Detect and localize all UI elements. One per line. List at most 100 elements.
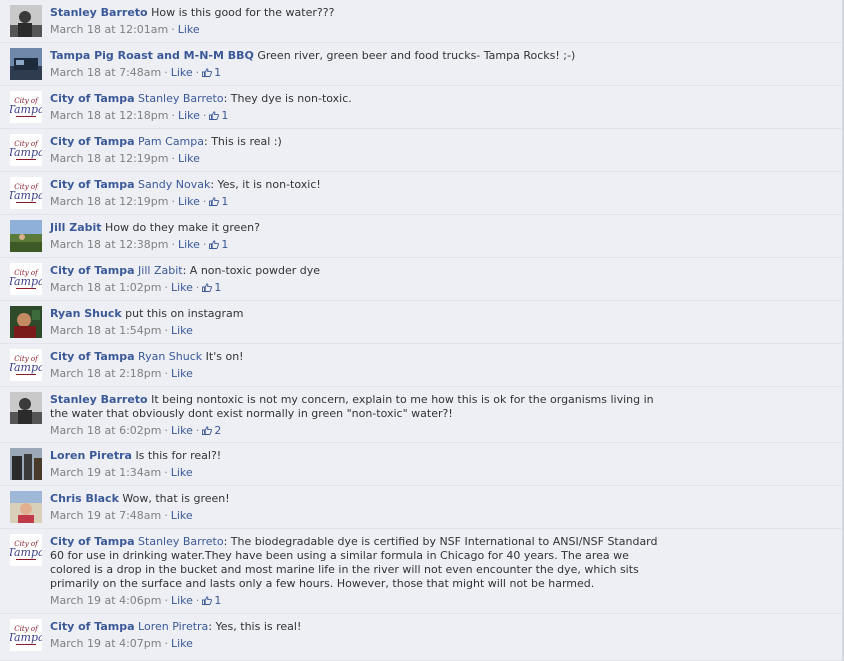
like-count-number: 2 bbox=[214, 424, 222, 437]
comment-author[interactable]: City of Tampa bbox=[50, 92, 135, 105]
comment-item: Stanley Barreto How is this good for the… bbox=[0, 0, 842, 43]
timestamp[interactable]: March 18 at 12:19pm bbox=[50, 195, 168, 208]
city-logo-line2: Tampa bbox=[10, 146, 42, 159]
like-button[interactable]: Like bbox=[178, 152, 200, 165]
separator-dot: · bbox=[195, 281, 200, 294]
comment-text: : This is real :) bbox=[204, 135, 282, 148]
avatar[interactable]: City ofTampa bbox=[10, 619, 42, 651]
mention-link[interactable]: Sandy Novak bbox=[138, 178, 210, 191]
timestamp[interactable]: March 19 at 4:06pm bbox=[50, 594, 161, 607]
like-button[interactable]: Like bbox=[171, 466, 193, 479]
separator-dot: · bbox=[202, 195, 207, 208]
like-count-number: 1 bbox=[221, 195, 229, 208]
like-count[interactable]: 1 bbox=[202, 66, 221, 79]
separator-dot: · bbox=[164, 466, 168, 479]
timestamp[interactable]: March 19 at 1:34am bbox=[50, 466, 161, 479]
timestamp[interactable]: March 18 at 2:18pm bbox=[50, 367, 161, 380]
comment-content: Chris Black Wow, that is green! bbox=[50, 492, 660, 506]
like-button[interactable]: Like bbox=[178, 195, 200, 208]
avatar[interactable] bbox=[10, 448, 42, 480]
timestamp[interactable]: March 19 at 4:07pm bbox=[50, 637, 161, 650]
like-button[interactable]: Like bbox=[171, 281, 193, 294]
like-button[interactable]: Like bbox=[178, 23, 200, 36]
comment-author[interactable]: City of Tampa bbox=[50, 135, 135, 148]
mention-link[interactable]: Jill Zabit bbox=[138, 264, 183, 277]
timestamp[interactable]: March 18 at 1:02pm bbox=[50, 281, 161, 294]
comment-author[interactable]: Chris Black bbox=[50, 492, 119, 505]
like-button[interactable]: Like bbox=[171, 324, 193, 337]
comment-author[interactable]: City of Tampa bbox=[50, 620, 135, 633]
thumbs-up-icon bbox=[202, 596, 213, 605]
like-button[interactable]: Like bbox=[171, 509, 193, 522]
timestamp[interactable]: March 19 at 7:48am bbox=[50, 509, 161, 522]
mention-link[interactable]: Stanley Barreto bbox=[138, 92, 224, 105]
timestamp[interactable]: March 18 at 12:01am bbox=[50, 23, 168, 36]
comment-item: City ofTampa City of Tampa Loren Piretra:… bbox=[0, 614, 842, 661]
mention-link[interactable]: Pam Campa bbox=[138, 135, 204, 148]
like-count[interactable]: 1 bbox=[209, 195, 228, 208]
comment-content: City of Tampa Stanley Barreto: The biode… bbox=[50, 535, 660, 591]
avatar[interactable] bbox=[10, 5, 42, 37]
avatar[interactable] bbox=[10, 48, 42, 80]
comment-content: Stanley Barreto How is this good for the… bbox=[50, 6, 660, 20]
avatar[interactable]: City ofTampa bbox=[10, 134, 42, 166]
comment-author[interactable]: City of Tampa bbox=[50, 178, 135, 191]
comment-item: City ofTampaCity of Tampa Stanley Barret… bbox=[0, 529, 842, 614]
timestamp[interactable]: March 18 at 7:48am bbox=[50, 66, 161, 79]
comment-author[interactable]: Stanley Barreto bbox=[50, 6, 148, 19]
like-button[interactable]: Like bbox=[178, 109, 200, 122]
comment-author[interactable]: Ryan Shuck bbox=[50, 307, 122, 320]
avatar[interactable] bbox=[10, 306, 42, 338]
like-count[interactable]: 2 bbox=[202, 424, 221, 437]
comment-text: put this on instagram bbox=[125, 307, 244, 320]
like-button[interactable]: Like bbox=[171, 367, 193, 380]
comment-author[interactable]: City of Tampa bbox=[50, 264, 135, 277]
mention-link[interactable]: Stanley Barreto bbox=[138, 535, 224, 548]
mention-link[interactable]: Ryan Shuck bbox=[138, 350, 202, 363]
thumbs-up-icon bbox=[202, 283, 213, 292]
like-button[interactable]: Like bbox=[171, 66, 193, 79]
like-count[interactable]: 1 bbox=[202, 281, 221, 294]
thumbs-up-icon bbox=[202, 68, 213, 77]
comment-author[interactable]: City of Tampa bbox=[50, 350, 135, 363]
like-count[interactable]: 1 bbox=[209, 109, 228, 122]
avatar[interactable]: City ofTampa bbox=[10, 91, 42, 123]
comment-content: Ryan Shuck put this on instagram bbox=[50, 307, 660, 321]
like-button[interactable]: Like bbox=[171, 594, 193, 607]
city-logo-line2: Tampa bbox=[10, 361, 42, 374]
avatar[interactable] bbox=[10, 220, 42, 252]
comment-text: : A non-toxic powder dye bbox=[182, 264, 321, 277]
like-count[interactable]: 1 bbox=[202, 594, 221, 607]
comment-body: City of Tampa Sandy Novak: Yes, it is no… bbox=[50, 178, 660, 209]
comment-body: Chris Black Wow, that is green! March 19 … bbox=[50, 492, 660, 523]
like-count-number: 1 bbox=[221, 109, 229, 122]
avatar[interactable]: City ofTampa bbox=[10, 349, 42, 381]
avatar[interactable] bbox=[10, 491, 42, 523]
comment-meta: March 18 at 12:19pm · Like · 1 bbox=[50, 195, 660, 209]
like-count[interactable]: 1 bbox=[209, 238, 228, 251]
like-button[interactable]: Like bbox=[178, 238, 200, 251]
timestamp[interactable]: March 18 at 12:18pm bbox=[50, 109, 168, 122]
comment-meta: March 19 at 4:06pm · Like · 1 bbox=[50, 594, 660, 608]
like-button[interactable]: Like bbox=[171, 424, 193, 437]
timestamp[interactable]: March 18 at 12:19pm bbox=[50, 152, 168, 165]
avatar[interactable]: City ofTampa bbox=[10, 534, 42, 566]
comment-content: Loren Piretra Is this for real?! bbox=[50, 449, 660, 463]
comment-author[interactable]: Jill Zabit bbox=[50, 221, 102, 234]
comment-content: City of Tampa Pam Campa: This is real :) bbox=[50, 135, 660, 149]
avatar[interactable]: City ofTampa bbox=[10, 177, 42, 209]
like-button[interactable]: Like bbox=[171, 637, 193, 650]
comment-author[interactable]: Loren Piretra bbox=[50, 449, 132, 462]
timestamp[interactable]: March 18 at 6:02pm bbox=[50, 424, 161, 437]
avatar[interactable] bbox=[10, 392, 42, 424]
comment-author[interactable]: Stanley Barreto bbox=[50, 393, 148, 406]
mention-link[interactable]: Loren Piretra bbox=[138, 620, 208, 633]
comment-author[interactable]: Tampa Pig Roast and M-N-M BBQ bbox=[50, 49, 254, 62]
comment-author[interactable]: City of Tampa bbox=[50, 535, 135, 548]
avatar[interactable]: City ofTampa bbox=[10, 263, 42, 295]
separator-dot: · bbox=[164, 66, 168, 79]
timestamp[interactable]: March 18 at 12:38pm bbox=[50, 238, 168, 251]
separator-dot: · bbox=[164, 509, 168, 522]
comment-text: Green river, green beer and food trucks-… bbox=[257, 49, 576, 62]
timestamp[interactable]: March 18 at 1:54pm bbox=[50, 324, 161, 337]
